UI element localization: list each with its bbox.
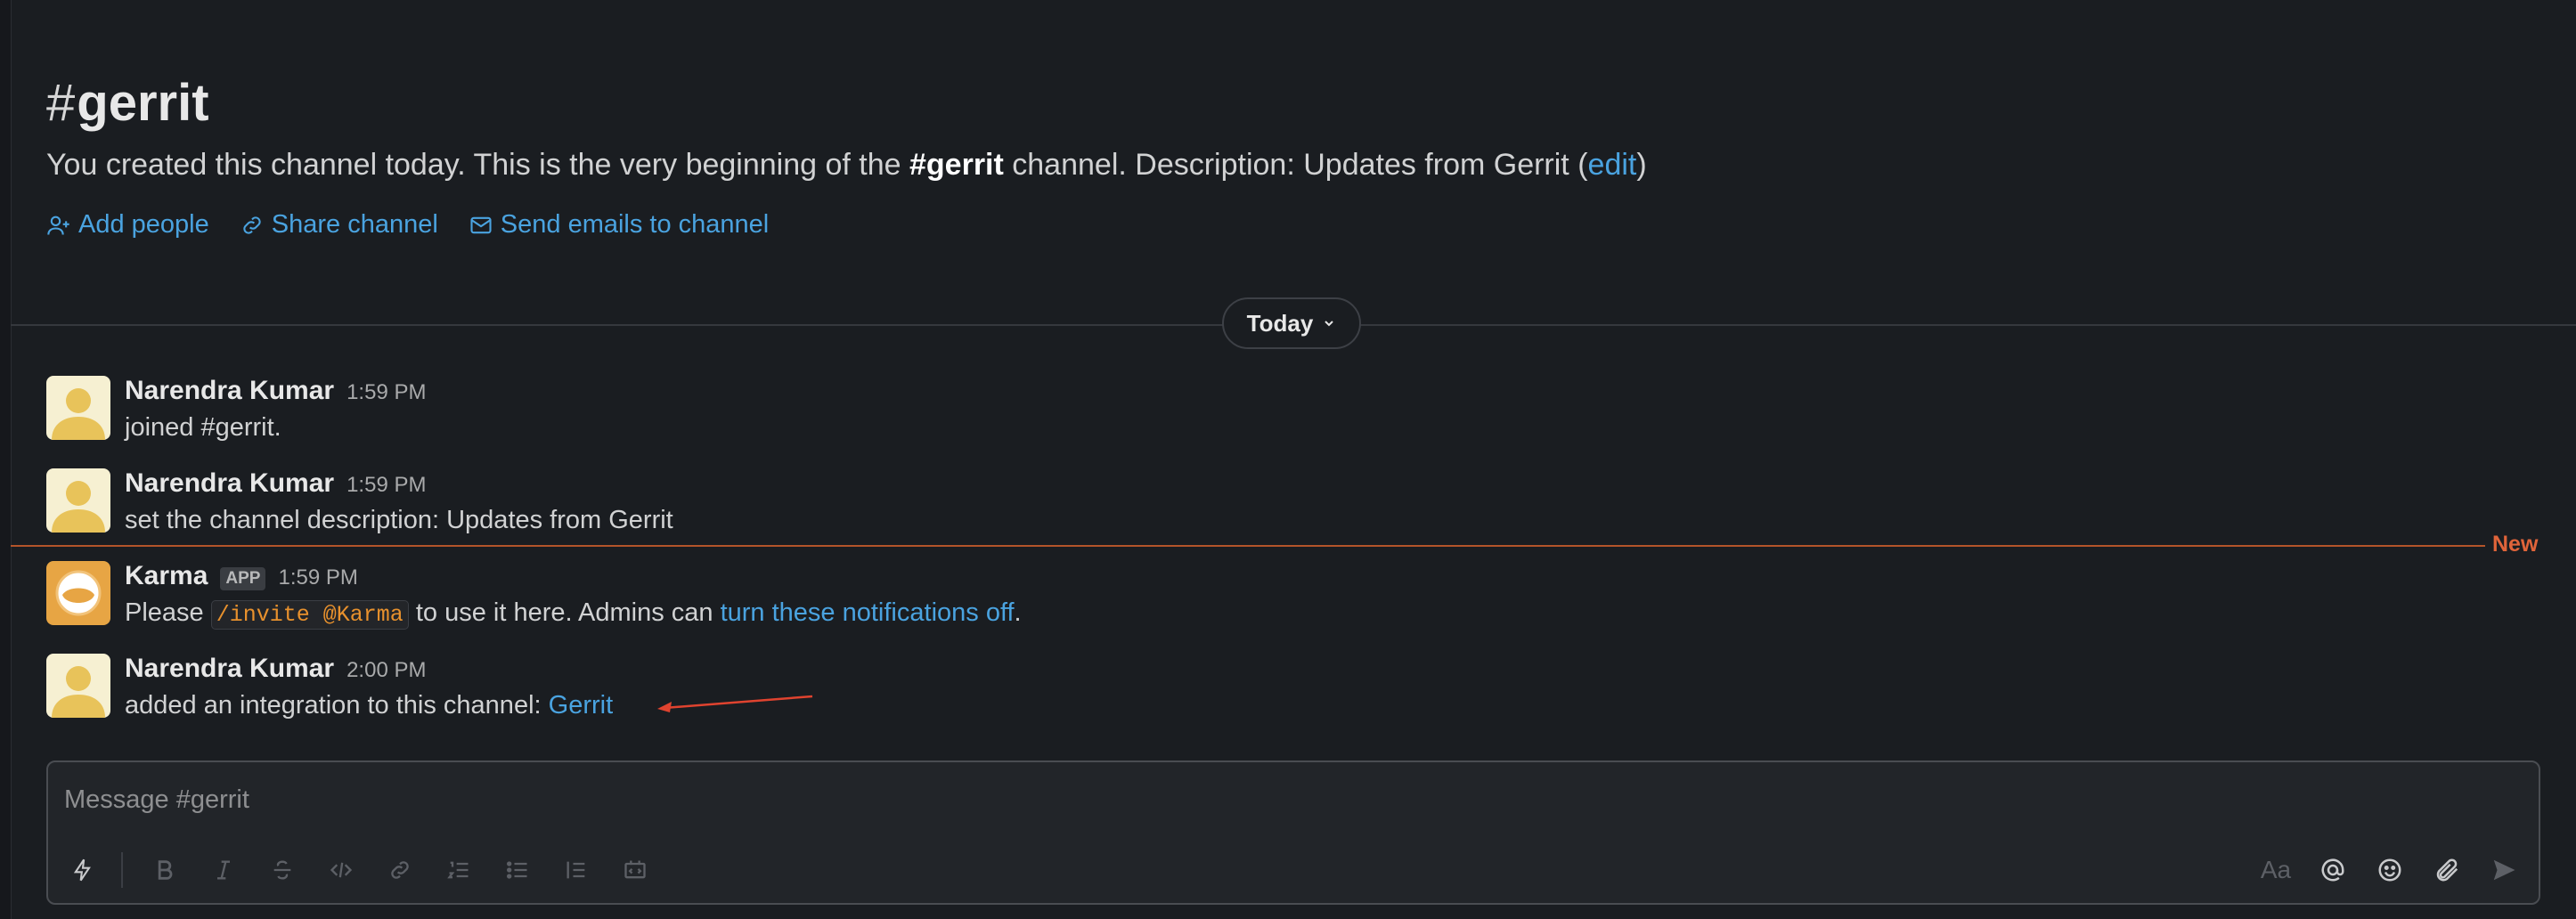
message-author[interactable]: Narendra Kumar xyxy=(125,376,334,406)
intro-channel-name: #gerrit xyxy=(909,148,1004,182)
emoji-button[interactable] xyxy=(2369,850,2410,891)
bold-button[interactable] xyxy=(144,850,185,891)
message-input[interactable] xyxy=(62,778,2471,821)
email-icon xyxy=(470,216,492,233)
italic-icon xyxy=(217,860,230,880)
add-people-label: Add people xyxy=(78,210,209,239)
channel-name: gerrit xyxy=(77,74,209,132)
at-icon xyxy=(2321,858,2344,882)
left-edge xyxy=(0,0,12,919)
user-avatar-icon xyxy=(46,376,110,440)
format-toggle-label: Aa xyxy=(2260,856,2292,883)
user-avatar-icon xyxy=(46,654,110,718)
message-time[interactable]: 2:00 PM xyxy=(346,658,426,683)
link-button[interactable] xyxy=(379,850,420,891)
bulleted-list-icon xyxy=(506,861,527,879)
message-author[interactable]: Karma xyxy=(125,561,208,591)
message-text: Please /invite @Karma to use it here. Ad… xyxy=(125,598,1022,630)
share-channel-label: Share channel xyxy=(271,210,438,239)
date-divider-button[interactable]: Today xyxy=(1222,297,1361,349)
lightning-icon xyxy=(73,858,91,882)
code-button[interactable] xyxy=(321,850,362,891)
strikethrough-icon xyxy=(273,860,291,880)
intro-text-suffix: channel. Description: Updates from Gerri… xyxy=(1003,148,1588,182)
code-block-icon xyxy=(624,860,646,879)
message-text-part: to use it here. Admins can xyxy=(408,598,721,627)
avatar[interactable] xyxy=(46,468,110,533)
inline-code: /invite @Karma xyxy=(210,600,409,630)
emoji-icon xyxy=(2378,858,2401,882)
user-avatar-icon xyxy=(46,468,110,533)
link-icon xyxy=(391,861,409,879)
bulleted-list-button[interactable] xyxy=(497,850,538,891)
italic-button[interactable] xyxy=(203,850,244,891)
message-author[interactable]: Narendra Kumar xyxy=(125,654,334,684)
send-button[interactable] xyxy=(2483,850,2524,891)
message-text: added an integration to this channel: Ge… xyxy=(125,691,613,720)
composer-actions: Aa xyxy=(2255,850,2524,891)
edit-description-link[interactable]: edit xyxy=(1588,148,1637,182)
channel-hash: # xyxy=(46,74,76,132)
paperclip-icon xyxy=(2436,858,2458,882)
new-messages-label: New xyxy=(2492,532,2539,557)
share-channel-button[interactable]: Share channel xyxy=(240,210,438,240)
toolbar-separator xyxy=(121,852,123,888)
send-emails-button[interactable]: Send emails to channel xyxy=(469,210,769,240)
code-block-button[interactable] xyxy=(615,850,656,891)
message: Karma APP 1:59 PM Please /invite @Karma … xyxy=(46,561,1022,630)
intro-text-prefix: You created this channel today. This is … xyxy=(46,148,909,182)
gerrit-integration-link[interactable]: Gerrit xyxy=(549,691,614,720)
karma-logo-icon xyxy=(46,561,110,625)
app-avatar[interactable] xyxy=(46,561,110,625)
message-text-part: Please xyxy=(125,598,211,627)
send-icon xyxy=(2493,859,2515,881)
blockquote-button[interactable] xyxy=(556,850,597,891)
ordered-list-button[interactable] xyxy=(438,850,479,891)
annotation-arrow-icon xyxy=(657,695,813,712)
add-person-icon xyxy=(47,216,69,235)
channel-intro: You created this channel today. This is … xyxy=(46,148,1647,183)
mention-button[interactable] xyxy=(2312,850,2353,891)
intro-close-paren: ) xyxy=(1636,148,1647,182)
format-toggle-button[interactable]: Aa xyxy=(2255,850,2296,891)
channel-actions: Add people Share channel Send emails to … xyxy=(46,210,769,240)
app-badge: APP xyxy=(220,567,266,590)
code-icon xyxy=(330,862,353,878)
message-text-part: added an integration to this channel: xyxy=(125,691,549,720)
shortcuts-button[interactable] xyxy=(62,850,103,891)
message-author[interactable]: Narendra Kumar xyxy=(125,468,334,499)
message-time[interactable]: 1:59 PM xyxy=(346,380,426,405)
link-icon xyxy=(243,216,261,234)
blockquote-icon xyxy=(567,861,585,879)
add-people-button[interactable]: Add people xyxy=(46,210,209,240)
bold-icon xyxy=(158,860,173,880)
message: Narendra Kumar 1:59 PM set the channel d… xyxy=(46,468,673,535)
notifications-off-link[interactable]: turn these notifications off xyxy=(721,598,1015,627)
send-emails-label: Send emails to channel xyxy=(500,210,770,239)
message: Narendra Kumar 2:00 PM added an integrat… xyxy=(46,654,613,720)
message-time[interactable]: 1:59 PM xyxy=(278,565,357,590)
strikethrough-button[interactable] xyxy=(262,850,303,891)
chevron-down-icon xyxy=(1325,321,1334,327)
message-text: set the channel description: Updates fro… xyxy=(125,506,673,534)
channel-header: # gerrit xyxy=(46,73,209,133)
message-text-part: . xyxy=(1014,598,1022,627)
ordered-list-icon xyxy=(447,861,469,879)
message-text: joined #gerrit. xyxy=(125,413,281,442)
message-time[interactable]: 1:59 PM xyxy=(346,473,426,498)
message-composer: Aa xyxy=(46,760,2540,905)
new-messages-divider xyxy=(11,545,2485,547)
message: Narendra Kumar 1:59 PM joined #gerrit. xyxy=(46,376,426,443)
formatting-toolbar xyxy=(62,850,673,891)
date-divider-label: Today xyxy=(1246,309,1314,337)
avatar[interactable] xyxy=(46,376,110,440)
channel-title: # gerrit xyxy=(46,73,209,133)
attach-button[interactable] xyxy=(2426,850,2467,891)
avatar[interactable] xyxy=(46,654,110,718)
